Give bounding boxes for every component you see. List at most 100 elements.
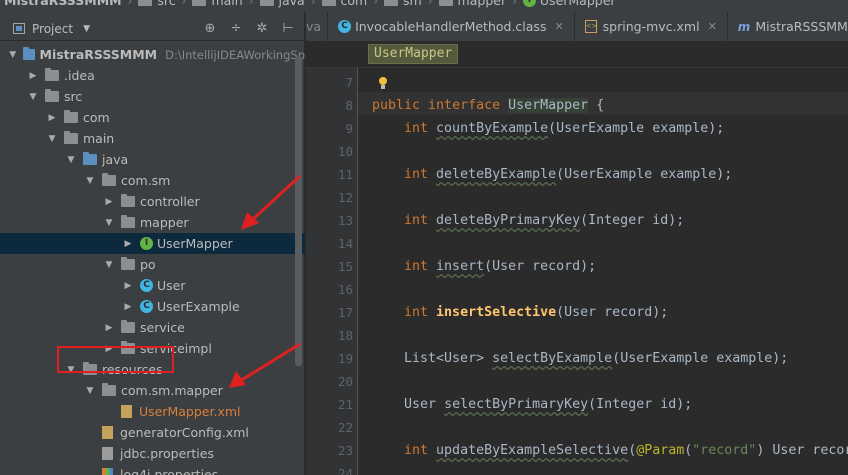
locate-icon[interactable]: ⊕ — [202, 21, 218, 36]
tree-item-usermapper[interactable]: ▶ I UserMapper — [0, 233, 305, 254]
breadcrumb-label: MistraRSSSMMM — [4, 0, 122, 8]
chevron-right-icon[interactable]: ▶ — [103, 197, 115, 207]
close-icon[interactable]: ✕ — [708, 20, 717, 33]
folder-icon — [259, 0, 274, 6]
tree-item-jdbc-properties[interactable]: jdbc.properties — [0, 443, 305, 464]
breadcrumb-item[interactable]: sm — [380, 0, 426, 8]
code-token: UserMapper — [508, 98, 589, 113]
chevron-right-icon[interactable]: ▶ — [27, 71, 39, 81]
tree-item-src[interactable]: ▼ src — [0, 86, 305, 107]
chevron-down-icon[interactable]: ▼ — [27, 92, 39, 102]
chevron-right-icon[interactable]: ▶ — [122, 239, 134, 249]
chevron-down-icon[interactable]: ▼ — [65, 155, 77, 165]
tree-item-label: UserMapper.xml — [139, 404, 241, 419]
chevron-down-icon[interactable]: ▼ — [84, 176, 96, 186]
code-line[interactable]: int countByExample(UserExample example); — [372, 117, 724, 140]
close-icon[interactable]: ✕ — [554, 20, 563, 33]
code-line[interactable]: int insertSelective(User record); — [372, 301, 668, 324]
folder-icon — [64, 131, 78, 144]
code-line[interactable]: int insert(User record); — [372, 255, 596, 278]
project-tree-scrollbar[interactable] — [295, 56, 302, 366]
code-line[interactable]: int updateByExampleSelective(@Param("rec… — [372, 439, 848, 462]
code-token: int — [372, 167, 437, 182]
tree-item-mistrarsssmmm[interactable]: ▼ MistraRSSSMMM D:\IntellijIDEAWorkingSp — [0, 44, 305, 65]
tree-item-service[interactable]: ▶ service — [0, 317, 305, 338]
lightbulb-icon[interactable] — [378, 77, 388, 91]
tree-item-label: src — [64, 89, 83, 104]
code-token: int — [372, 121, 437, 136]
package-icon — [102, 383, 116, 396]
breadcrumb-item[interactable]: com — [318, 0, 372, 8]
project-icon — [13, 23, 25, 34]
chevron-down-icon[interactable]: ▼ — [103, 218, 115, 228]
tree-item--idea[interactable]: ▶ .idea — [0, 65, 305, 86]
chevron-right-icon[interactable]: ▶ — [103, 323, 115, 333]
class-icon: C — [140, 279, 153, 292]
code-token: (Integer id); — [588, 397, 693, 412]
tree-item-userexample[interactable]: ▶ C UserExample — [0, 296, 305, 317]
tree-item-generatorconfig-xml[interactable]: generatorConfig.xml — [0, 422, 305, 443]
line-number: 21 — [337, 397, 353, 412]
breadcrumb-label: com — [340, 0, 368, 8]
project-view-selector[interactable]: Project ▼ — [0, 22, 90, 36]
breadcrumb-separator: › — [427, 0, 433, 8]
tree-item-com-sm[interactable]: ▼ com.sm — [0, 170, 305, 191]
interface-icon: I — [140, 237, 153, 250]
tree-item-java[interactable]: ▼ java — [0, 149, 305, 170]
code-token: (UserExample example); — [556, 167, 733, 182]
line-number: 23 — [337, 443, 353, 458]
breadcrumb-item[interactable]: main — [188, 0, 246, 8]
code-line[interactable]: public interface UserMapper { — [372, 94, 604, 117]
editor-breadcrumb-item[interactable]: UserMapper — [368, 44, 459, 64]
collapse-icon[interactable]: ÷ — [228, 21, 244, 36]
code-token: "record" — [692, 443, 757, 458]
breadcrumb-item[interactable]: MistraRSSSMMM — [0, 0, 126, 8]
tab-spring-mvc-xml[interactable]: <> spring-mvc.xml ✕ — [575, 12, 728, 41]
code-line[interactable]: List<User> selectByExample(UserExample e… — [372, 347, 788, 370]
breadcrumb-item[interactable]: mapper — [435, 0, 511, 8]
code-token: updateByExampleSelective — [436, 443, 629, 458]
tree-item-com[interactable]: ▶ com — [0, 107, 305, 128]
code-token: (Integer id); — [580, 213, 685, 228]
code-line[interactable]: User selectByPrimaryKey(Integer id); — [372, 393, 692, 416]
line-number: 14 — [337, 236, 353, 251]
code-line[interactable]: int deleteByExample(UserExample example)… — [372, 163, 732, 186]
line-number: 11 — [337, 167, 353, 182]
chevron-right-icon[interactable]: ▶ — [46, 113, 58, 123]
breadcrumb-label: mapper — [457, 0, 507, 8]
tab-invocablehandlermethod-class[interactable]: C InvocableHandlerMethod.class ✕ — [328, 12, 575, 41]
tab-va[interactable]: va — [306, 12, 329, 41]
tree-item-usermapper-xml[interactable]: UserMapper.xml — [0, 401, 305, 422]
log4j-file-icon — [102, 468, 113, 475]
breadcrumb-item[interactable]: src — [134, 0, 179, 8]
project-panel-header: Project ▼ ⊕ ÷ ✲ ⊢ — [0, 17, 305, 41]
tree-item-po[interactable]: ▼ po — [0, 254, 305, 275]
tree-item-path: D:\IntellijIDEAWorkingSp — [165, 47, 305, 62]
folder-icon — [438, 0, 453, 6]
editor-tabs: va C InvocableHandlerMethod.class ✕ <> spring… — [306, 12, 848, 42]
breadcrumb-item[interactable]: java — [256, 0, 309, 8]
tree-item-log4j-properties[interactable]: log4j.properties — [0, 464, 305, 475]
tree-item-main[interactable]: ▼ main — [0, 128, 305, 149]
tree-item-controller[interactable]: ▶ controller — [0, 191, 305, 212]
hide-icon[interactable]: ⊢ — [280, 21, 296, 36]
tree-item-mapper[interactable]: ▼ mapper — [0, 212, 305, 233]
editor-breadcrumb: UserMapper — [306, 42, 848, 68]
chevron-down-icon[interactable]: ▼ — [84, 386, 96, 396]
settings-icon[interactable]: ✲ — [254, 21, 270, 36]
chevron-right-icon[interactable]: ▶ — [122, 281, 134, 291]
tab-label: spring-mvc.xml — [602, 19, 700, 34]
tab-mistrarsssmmm[interactable]: mMistraRSSSMMM✕ — [728, 12, 848, 41]
chevron-down-icon[interactable]: ▼ — [103, 260, 115, 270]
line-number: 24 — [337, 466, 353, 475]
class-icon: C — [140, 300, 153, 313]
breadcrumb-item[interactable]: IUserMapper — [519, 0, 620, 8]
line-number: 9 — [345, 121, 353, 136]
chevron-right-icon[interactable]: ▶ — [122, 302, 134, 312]
tree-item-user[interactable]: ▶ C User — [0, 275, 305, 296]
chevron-down-icon[interactable]: ▼ — [8, 50, 17, 60]
tree-item-com-sm-mapper[interactable]: ▼ com.sm.mapper — [0, 380, 305, 401]
code-token: int — [372, 213, 437, 228]
chevron-down-icon[interactable]: ▼ — [46, 134, 58, 144]
code-line[interactable]: int deleteByPrimaryKey(Integer id); — [372, 209, 684, 232]
